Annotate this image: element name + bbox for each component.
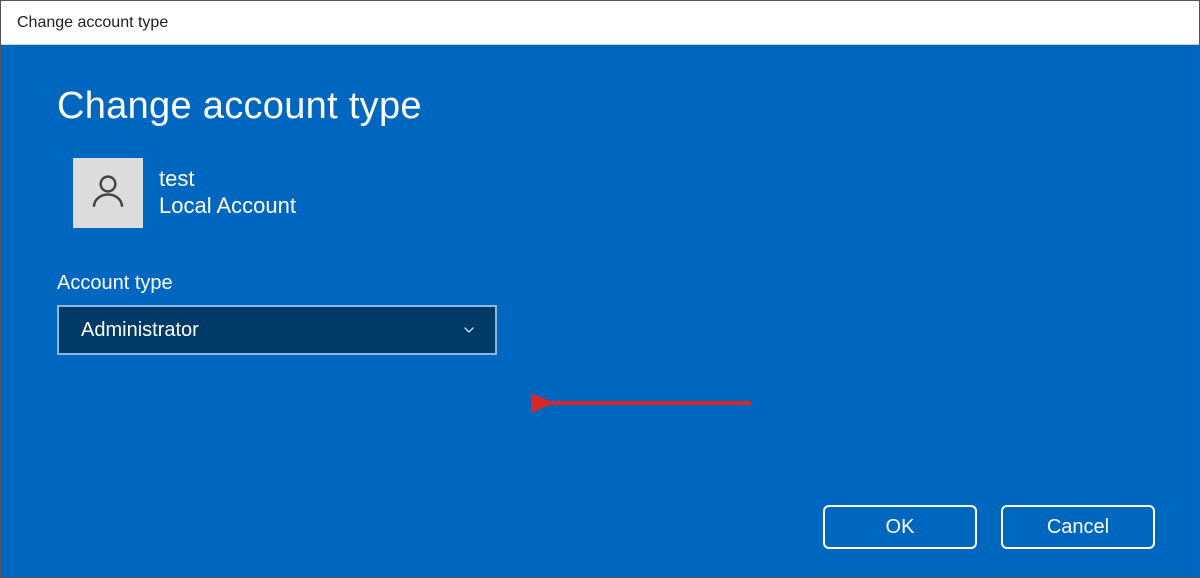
account-info-row: test Local Account [73, 158, 1143, 228]
dialog-content: Change account type test Local Account A… [1, 45, 1199, 577]
window-title: Change account type [17, 14, 168, 32]
titlebar[interactable]: Change account type [1, 1, 1199, 45]
account-type-label: Account type [57, 272, 1143, 295]
account-type-selected-value: Administrator [81, 319, 199, 342]
user-icon [87, 170, 129, 217]
avatar [73, 158, 143, 228]
account-kind: Local Account [159, 192, 296, 221]
ok-button[interactable]: OK [823, 505, 977, 549]
account-name: test [159, 166, 296, 192]
dialog-buttons: OK Cancel [823, 505, 1155, 549]
chevron-down-icon [461, 322, 477, 338]
account-type-dropdown[interactable]: Administrator [57, 305, 497, 355]
change-account-type-dialog: Change account type Change account type … [0, 0, 1200, 578]
cancel-button[interactable]: Cancel [1001, 505, 1155, 549]
page-heading: Change account type [57, 85, 1143, 128]
account-text: test Local Account [159, 166, 296, 221]
annotation-arrow [531, 383, 761, 428]
